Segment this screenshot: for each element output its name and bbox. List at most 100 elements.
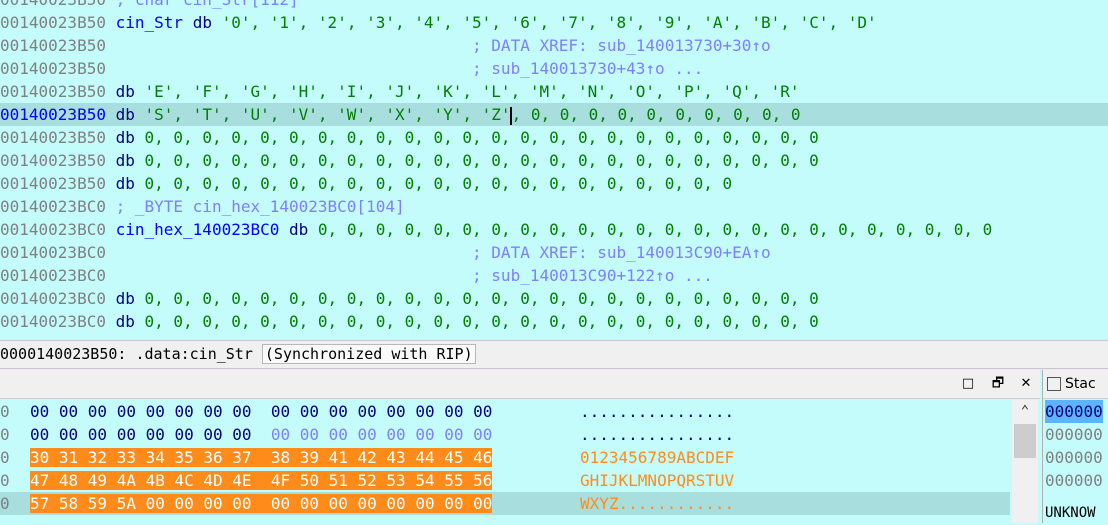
hex-row[interactable]: 0 30 31 32 33 34 35 36 37 38 39 41 42 43 … <box>0 446 1010 469</box>
data-values: 0, 0, 0, 0, 0, 0, 0, 0, 0, 0, 0, 0, 0, 0… <box>144 312 819 331</box>
disasm-line[interactable]: 00140023B50 db 0, 0, 0, 0, 0, 0, 0, 0, 0… <box>0 172 732 195</box>
directive: db <box>115 151 135 170</box>
hex-scrollbar[interactable]: ⌃ <box>1012 400 1038 523</box>
disasm-status-line: 0000140023B50: .data:cin_Str (Synchroniz… <box>0 340 1108 369</box>
data-values: 0, 0, 0, 0, 0, 0, 0, 0, 0, 0, 0, 0, 0, 0… <box>144 289 819 308</box>
line-address: 00140023B50 <box>0 174 106 193</box>
line-address: 00140023BC0 <box>0 289 106 308</box>
disasm-line[interactable]: 00140023B50 db 0, 0, 0, 0, 0, 0, 0, 0, 0… <box>0 126 819 149</box>
window-icon <box>1047 377 1061 391</box>
line-address: 00140023BC0 <box>0 243 106 262</box>
disasm-line[interactable]: 00140023B50 db 'S', 'T', 'U', 'V', 'W', … <box>0 103 1108 126</box>
hex-bytes-left: 47 48 49 4A 4B 4C 4D 4E <box>30 471 252 490</box>
hex-ascii[interactable]: WXYZ............ <box>580 492 734 515</box>
disasm-line[interactable]: 00140023BC0 db 0, 0, 0, 0, 0, 0, 0, 0, 0… <box>0 310 819 333</box>
hex-bytes-right: 38 39 41 42 43 44 45 46 <box>270 448 493 467</box>
line-address: 00140023B50 <box>0 105 106 124</box>
data-values: 0, 0, 0, 0, 0, 0, 0, 0, 0, 0, 0, 0, 0, 0… <box>144 128 819 147</box>
stack-view-window[interactable]: Stac 000000 000000 000000 000000 UNKNOW <box>1042 370 1108 523</box>
hex-ascii[interactable]: GHIJKLMNOPQRSTUV <box>580 469 734 492</box>
hex-bytes-right: 00 00 00 00 00 00 00 00 <box>270 494 493 513</box>
hex-ascii[interactable]: ................ <box>580 423 734 446</box>
disasm-line[interactable]: 00140023BC0 ; _BYTE cin_hex_140023BC0[10… <box>0 195 405 218</box>
stack-row[interactable]: 000000 <box>1045 446 1103 469</box>
disasm-line[interactable]: 00140023BC0 cin_hex_140023BC0 db 0, 0, 0… <box>0 218 992 241</box>
data-values: 0, 0, 0, 0, 0, 0, 0, 0, 0, 0, 0, 0, 0, 0… <box>317 220 993 239</box>
xref-comment[interactable]: ; sub_140013C90+122↑o ... <box>472 266 713 285</box>
scroll-thumb[interactable] <box>1014 424 1036 458</box>
directive: db <box>115 289 135 308</box>
xref-comment[interactable]: ; DATA XREF: sub_140013730+30↑o <box>472 36 771 55</box>
hex-rows[interactable]: 0 00 00 00 00 00 00 00 00 00 00 00 00 00 … <box>0 400 1010 523</box>
hex-offset: 0 <box>0 448 10 467</box>
hex-offset: 0 <box>0 402 10 421</box>
disasm-line[interactable]: 00140023B50 cin_Str db '0', '1', '2', '3… <box>0 11 877 34</box>
disassembly-view[interactable]: 00140023B50 ; char cin_Str[112]00140023B… <box>0 0 1108 340</box>
data-values: 'E', 'F', 'G', 'H', 'I', 'J', 'K', 'L', … <box>144 82 800 101</box>
disasm-line[interactable]: 00140023B50 ; sub_140013730+43↑o ... <box>0 57 703 80</box>
line-address: 00140023B50 <box>0 36 106 55</box>
line-address: 00140023B50 <box>0 151 106 170</box>
stack-row[interactable]: 000000 <box>1045 469 1103 492</box>
hex-close-button[interactable]: ✕ <box>1018 376 1034 392</box>
line-address: 00140023BC0 <box>0 197 106 216</box>
hex-row[interactable]: 0 00 00 00 00 00 00 00 00 00 00 00 00 00 … <box>0 423 1010 446</box>
hex-bytes-left: 00 00 00 00 00 00 00 00 <box>30 425 252 444</box>
scroll-up-icon[interactable]: ⌃ <box>1012 400 1038 422</box>
line-address: 00140023BC0 <box>0 312 106 331</box>
data-values: 0, 0, 0, 0, 0, 0, 0, 0, 0, 0, 0, 0, 0, 0… <box>144 151 819 170</box>
disasm-line[interactable]: 00140023B50 ; char cin_Str[112] <box>0 0 299 11</box>
hex-bytes[interactable]: 00 00 00 00 00 00 00 00 00 00 00 00 00 0… <box>30 423 492 446</box>
hex-ascii[interactable]: ................ <box>580 400 734 423</box>
hex-offset: 0 <box>0 425 10 444</box>
hex-offset: 0 <box>0 471 10 490</box>
hex-row[interactable]: 0 47 48 49 4A 4B 4C 4D 4E 4F 50 51 52 53 … <box>0 469 1010 492</box>
data-label[interactable]: cin_hex_140023BC0 <box>116 220 280 239</box>
sync-status-badge: (Synchronized with RIP) <box>261 344 476 364</box>
stack-row[interactable]: 000000 <box>1045 400 1103 423</box>
hex-view-titlebar: □ 🗗 ✕ <box>0 370 1040 399</box>
hex-bytes[interactable]: 30 31 32 33 34 35 36 37 38 39 41 42 43 4… <box>30 446 493 469</box>
directive: db <box>115 174 135 193</box>
status-location: 0000140023B50: .data:cin_Str <box>0 345 253 363</box>
stack-row[interactable]: 000000 <box>1045 423 1103 446</box>
line-address: 00140023B50 <box>0 0 106 9</box>
line-address: 00140023B50 <box>0 59 106 78</box>
data-values: 0, 0, 0, 0, 0, 0, 0, 0, 0, 0, 0, 0, 0, 0… <box>144 174 733 193</box>
line-address: 00140023B50 <box>0 128 106 147</box>
disasm-line[interactable]: 00140023B50 db 'E', 'F', 'G', 'H', 'I', … <box>0 80 800 103</box>
hex-bytes[interactable]: 00 00 00 00 00 00 00 00 00 00 00 00 00 0… <box>30 400 492 423</box>
directive: db <box>115 312 135 331</box>
line-address: 00140023BC0 <box>0 220 106 239</box>
hex-ascii[interactable]: 0123456789ABCDEF <box>580 446 734 469</box>
stack-view-title: Stac <box>1043 370 1108 399</box>
hex-bytes[interactable]: 47 48 49 4A 4B 4C 4D 4E 4F 50 51 52 53 5… <box>30 469 493 492</box>
xref-comment[interactable]: ; DATA XREF: sub_140013C90+EA↑o <box>472 243 771 262</box>
disasm-line[interactable]: 00140023B50 db 0, 0, 0, 0, 0, 0, 0, 0, 0… <box>0 149 819 172</box>
xref-comment[interactable]: ; sub_140013730+43↑o ... <box>472 59 703 78</box>
hex-bytes-left: 57 58 59 5A 00 00 00 00 <box>30 494 252 513</box>
hex-view-window[interactable]: □ 🗗 ✕ 0 00 00 00 00 00 00 00 00 00 00 00 … <box>0 370 1040 523</box>
line-address: 00140023B50 <box>0 82 106 101</box>
hex-float-button[interactable]: 🗗 <box>990 376 1006 392</box>
hex-offset: 0 <box>0 494 10 513</box>
hex-bytes-left: 00 00 00 00 00 00 00 00 <box>30 402 252 421</box>
data-values: '0', '1', '2', '3', '4', '5', '6', '7', … <box>221 13 877 32</box>
disasm-line[interactable]: 00140023BC0 ; sub_140013C90+122↑o ... <box>0 264 713 287</box>
hex-row[interactable]: 0 00 00 00 00 00 00 00 00 00 00 00 00 00 … <box>0 400 1010 423</box>
hex-restore-button[interactable]: □ <box>960 376 976 392</box>
hex-bytes-right: 00 00 00 00 00 00 00 00 <box>270 425 493 444</box>
disasm-line[interactable]: 00140023BC0 db 0, 0, 0, 0, 0, 0, 0, 0, 0… <box>0 287 819 310</box>
directive: db <box>192 13 212 32</box>
hex-bytes-left: 30 31 32 33 34 35 36 37 <box>30 448 252 467</box>
disasm-line[interactable]: 00140023B50 ; DATA XREF: sub_140013730+3… <box>0 34 771 57</box>
data-label[interactable]: cin_Str <box>116 13 183 32</box>
hex-row[interactable]: 0 57 58 59 5A 00 00 00 00 00 00 00 00 00 … <box>0 492 1010 515</box>
line-address: 00140023B50 <box>0 13 106 32</box>
disasm-line[interactable]: 00140023BC0 ; DATA XREF: sub_140013C90+E… <box>0 241 771 264</box>
hex-bytes[interactable]: 57 58 59 5A 00 00 00 00 00 00 00 00 00 0… <box>30 492 493 515</box>
directive: db <box>115 105 135 124</box>
directive: db <box>115 128 135 147</box>
data-values: 'S', 'T', 'U', 'V', 'W', 'X', 'Y', 'Z' <box>144 105 511 124</box>
hex-bytes-right: 00 00 00 00 00 00 00 00 <box>270 402 493 421</box>
